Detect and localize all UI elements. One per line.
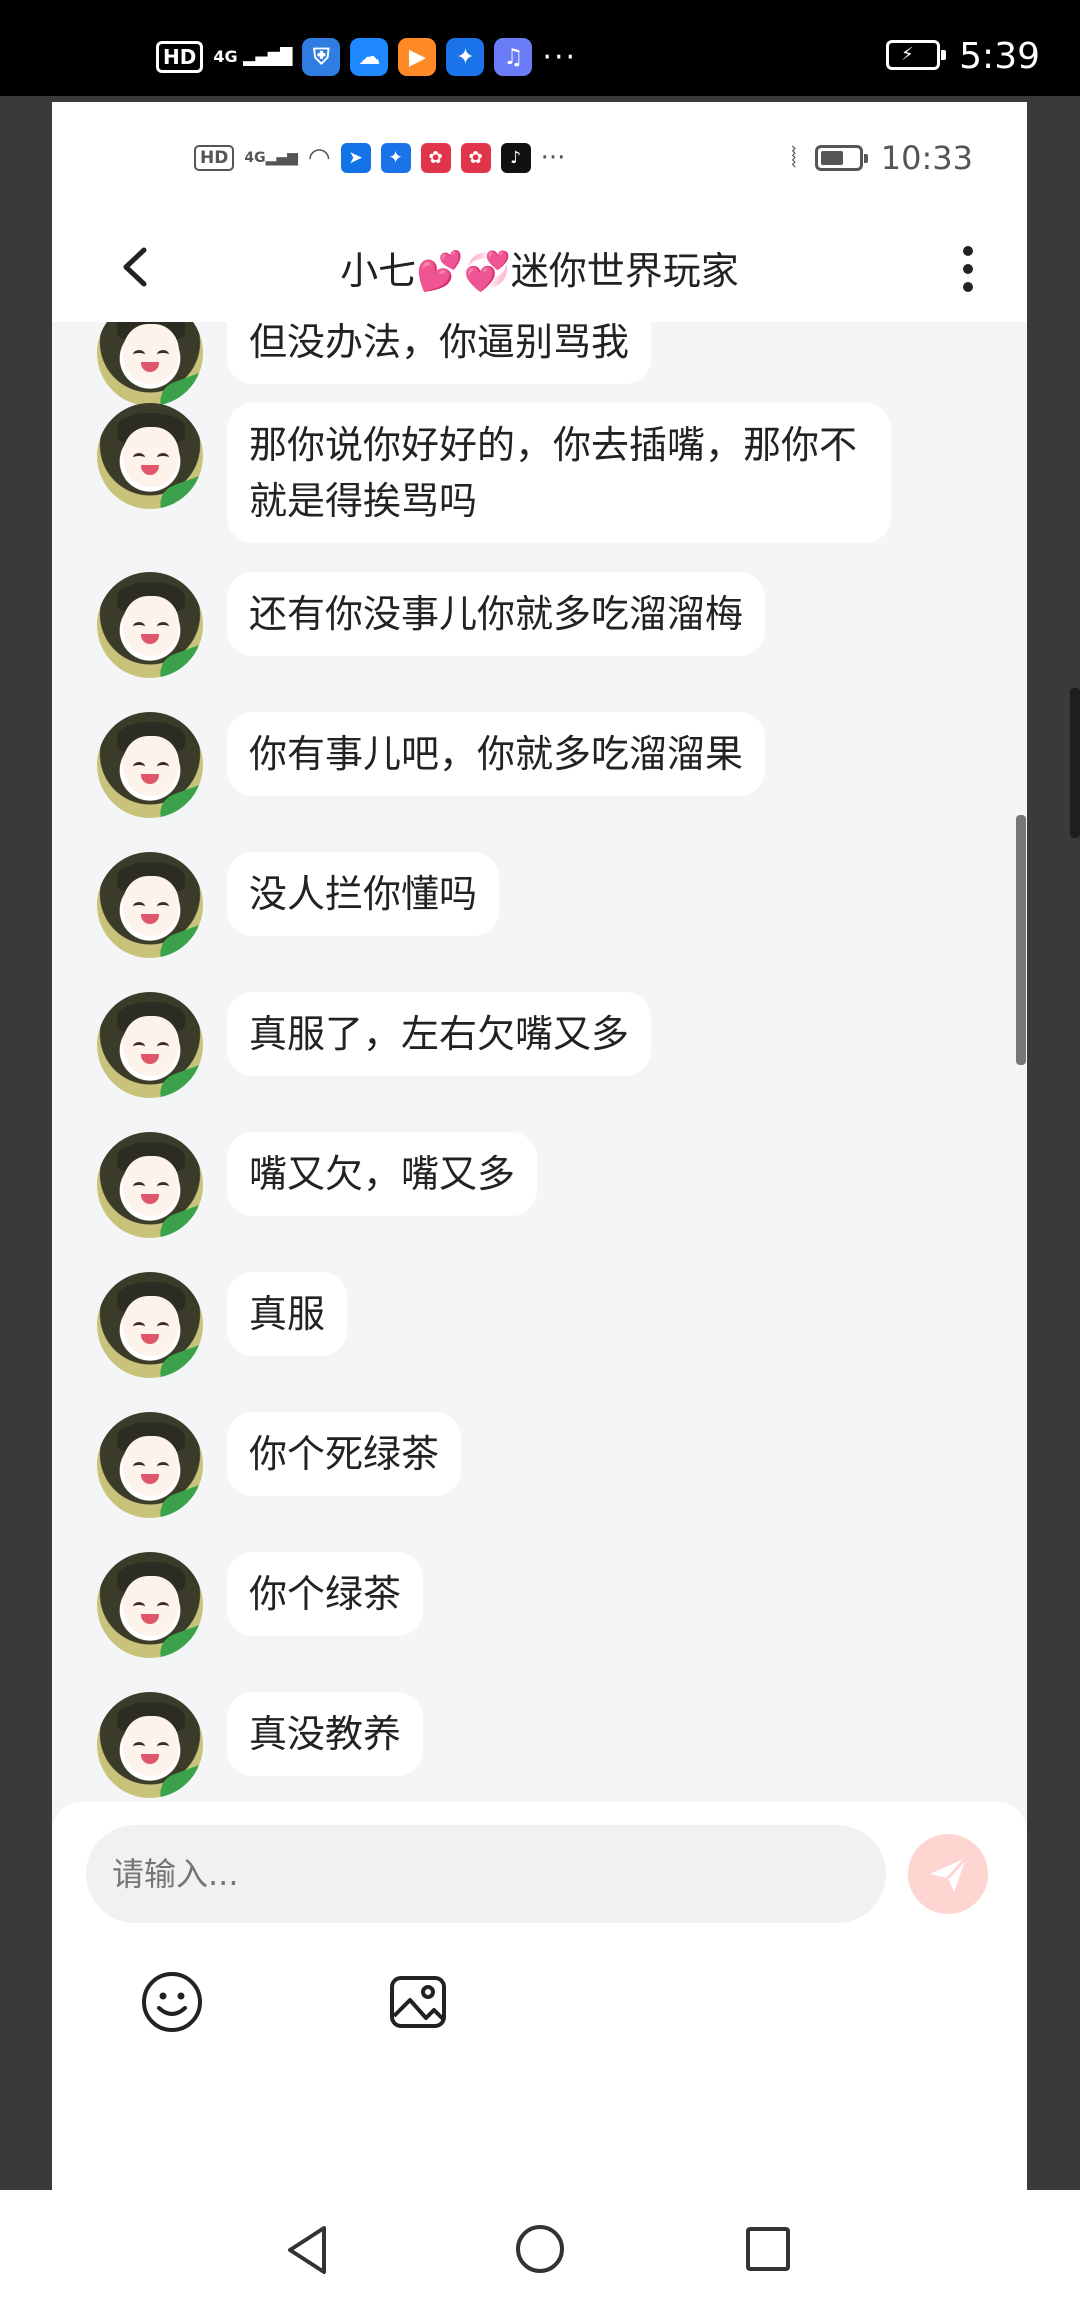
message-bubble[interactable]: 你个死绿茶 (227, 1412, 462, 1496)
message-bubble[interactable]: 还有你没事儿你就多吃溜溜梅 (227, 572, 766, 656)
avatar[interactable] (97, 1412, 203, 1518)
avatar[interactable] (97, 1272, 203, 1378)
signal-icon: 4G ▂▄▆ (244, 150, 298, 166)
message-item: 真服了，左右欠嘴又多 (97, 992, 652, 1098)
outer-clock: 5:39 (959, 36, 1040, 77)
inner-status-icons: HD 4G ▂▄▆ ◠ ➤ ✦ ✿ ✿ ♪ ··· (194, 138, 565, 178)
video-app-icon: ▶ (398, 38, 437, 76)
message-input[interactable] (86, 1825, 886, 1923)
inner-clock: 10:33 (880, 139, 973, 177)
message-list[interactable]: 但没办法，你逼别骂我 那你说你好好的，你去插嘴，那你不就是得挨骂吗 还有你没事儿… (52, 322, 1027, 1907)
outer-status-bar: HD 4G ▂▄▆█ ⛨ ☁ ▶ ✦ ♫ ··· ⚡ 5:39 (0, 0, 1080, 96)
message-item: 但没办法，你逼别骂我 (97, 322, 652, 406)
outer-status-icons: HD 4G ▂▄▆█ ⛨ ☁ ▶ ✦ ♫ ··· (156, 30, 577, 84)
network-type-label: 4G (213, 47, 238, 66)
vibrate-icon: ⦚ (790, 141, 797, 174)
gift-app-icon: ✿ (460, 143, 491, 173)
message-bubble[interactable]: 你有事儿吧，你就多吃溜溜果 (227, 712, 766, 796)
system-nav-bar (0, 2190, 1080, 2310)
avatar[interactable] (97, 403, 203, 509)
more-notifications-icon: ··· (542, 39, 578, 75)
avatar[interactable] (97, 322, 203, 406)
chat-header: 小七💕💞迷你世界玩家 (52, 212, 1027, 322)
emoji-icon[interactable] (140, 1970, 204, 2034)
message-bubble[interactable]: 真服 (227, 1272, 348, 1356)
lightbulb-app-icon: ✦ (446, 38, 485, 76)
message-item: 真没教养 (97, 1692, 424, 1798)
nav-recents-icon[interactable] (744, 2225, 792, 2273)
gift-app-icon: ✿ (420, 143, 451, 173)
tiktok-app-icon: ♪ (500, 143, 531, 173)
signal-icon: 4G ▂▄▆█ (213, 47, 293, 66)
send-button[interactable] (908, 1834, 988, 1914)
inner-status-bar: HD 4G ▂▄▆ ◠ ➤ ✦ ✿ ✿ ♪ ··· ⦚ 10:33 (52, 102, 1027, 212)
music-app-icon: ♫ (494, 38, 533, 76)
edge-handle (1070, 688, 1080, 838)
chat-title: 小七💕💞迷你世界玩家 (340, 248, 739, 293)
message-bubble[interactable]: 但没办法，你逼别骂我 (227, 322, 652, 384)
message-item: 你有事儿吧，你就多吃溜溜果 (97, 712, 766, 818)
scrollbar[interactable] (1016, 815, 1026, 1065)
more-options-icon[interactable] (953, 242, 983, 296)
message-item: 没人拦你懂吗 (97, 852, 500, 958)
hd-icon: HD (156, 41, 204, 73)
charging-battery-icon: ⚡ (886, 40, 946, 70)
message-bubble[interactable]: 真没教养 (227, 1692, 424, 1776)
shield-app-icon: ⛨ (302, 38, 341, 76)
avatar[interactable] (97, 712, 203, 818)
nav-home-icon[interactable] (514, 2223, 566, 2275)
message-item: 真服 (97, 1272, 348, 1378)
back-arrow-icon[interactable] (112, 240, 162, 294)
network-type-label: 4G (244, 150, 266, 166)
chat-app-screen: HD 4G ▂▄▆ ◠ ➤ ✦ ✿ ✿ ♪ ··· ⦚ 10:33 小七💕💞迷你世… (52, 102, 1027, 2192)
telegram-app-icon: ➤ (340, 143, 371, 173)
message-item: 嘴又欠，嘴又多 (97, 1132, 538, 1238)
avatar[interactable] (97, 1132, 203, 1238)
message-bubble[interactable]: 嘴又欠，嘴又多 (227, 1132, 538, 1216)
message-item: 你个绿茶 (97, 1552, 424, 1658)
message-bubble[interactable]: 没人拦你懂吗 (227, 852, 500, 936)
wifi-icon: ◠ (307, 143, 331, 173)
inner-status-right: ⦚ 10:33 (791, 136, 973, 180)
battery-level-fill (820, 151, 843, 165)
image-picker-icon[interactable] (386, 1970, 450, 2034)
message-item: 你个死绿茶 (97, 1412, 462, 1518)
weather-app-icon: ☁ (350, 38, 389, 76)
avatar[interactable] (97, 572, 203, 678)
lightbulb-app-icon: ✦ (380, 143, 411, 173)
avatar[interactable] (97, 1692, 203, 1798)
hd-icon: HD (194, 145, 235, 171)
message-composer (52, 1802, 1027, 2192)
avatar[interactable] (97, 1552, 203, 1658)
message-bubble[interactable]: 你个绿茶 (227, 1552, 424, 1636)
more-notifications-icon: ··· (540, 143, 566, 173)
message-bubble[interactable]: 真服了，左右欠嘴又多 (227, 992, 652, 1076)
avatar[interactable] (97, 852, 203, 958)
send-plane-icon (930, 1856, 968, 1892)
battery-icon (814, 145, 868, 171)
message-bubble[interactable]: 那你说你好好的，你去插嘴，那你不就是得挨骂吗 (227, 403, 891, 543)
message-item: 还有你没事儿你就多吃溜溜梅 (97, 572, 766, 678)
nav-back-icon[interactable] (282, 2222, 332, 2278)
avatar[interactable] (97, 992, 203, 1098)
message-item: 那你说你好好的，你去插嘴，那你不就是得挨骂吗 (97, 403, 891, 543)
